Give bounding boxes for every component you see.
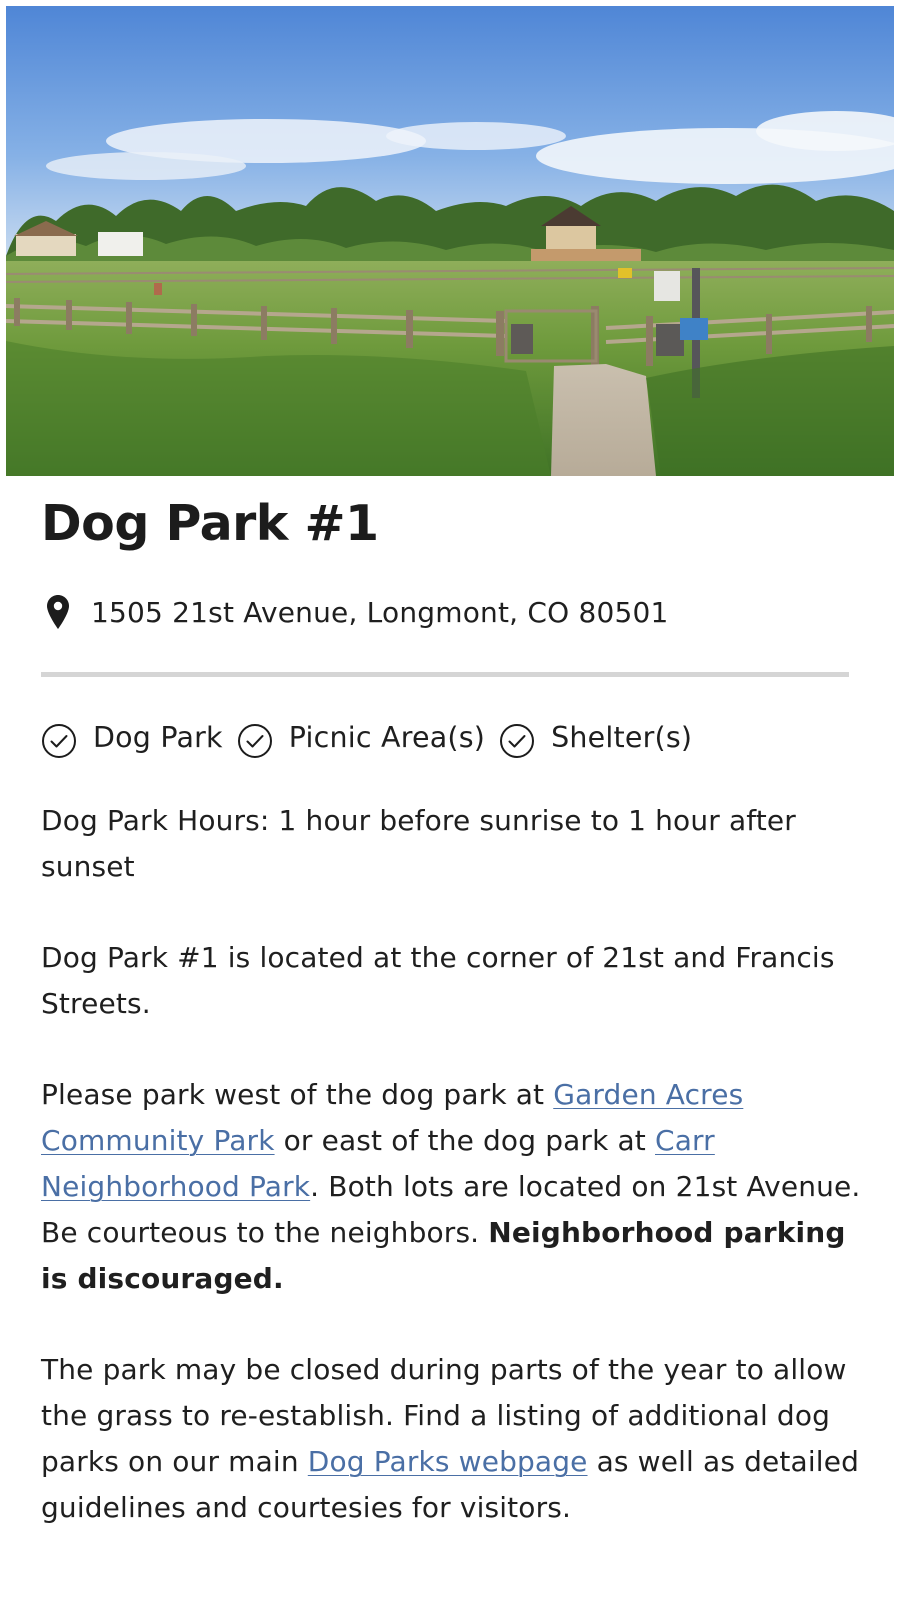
amenity-picnic-area: Picnic Area(s) [237, 715, 485, 759]
park-details: Dog Park #1 1505 21st Avenue, Longmont, … [41, 476, 861, 1531]
amenity-label: Picnic Area(s) [288, 720, 486, 754]
amenities-list: Dog Park Picnic Area(s) Shelter(s) [41, 714, 861, 760]
dog-parks-webpage-link[interactable]: Dog Parks webpage [308, 1445, 588, 1478]
page-title: Dog Park #1 [41, 495, 379, 552]
dog-park-photo [6, 6, 894, 476]
amenity-label: Shelter(s) [551, 720, 693, 754]
park-address: 1505 21st Avenue, Longmont, CO 80501 [91, 595, 669, 629]
section-divider [41, 672, 849, 677]
location-text: Dog Park #1 is located at the corner of … [41, 941, 835, 1020]
parking-text-part: or east of the dog park at [274, 1124, 655, 1157]
map-pin-icon [41, 592, 75, 632]
page-frame: Dog Park #1 1505 21st Avenue, Longmont, … [6, 6, 894, 1599]
hours-text: Dog Park Hours: 1 hour before sunrise to… [41, 804, 796, 883]
parking-text-part: Please park west of the dog park at [41, 1078, 554, 1111]
parking-text: Please park west of the dog park at Gard… [41, 1072, 861, 1302]
address-row: 1505 21st Avenue, Longmont, CO 80501 [41, 592, 861, 632]
amenity-shelter: Shelter(s) [499, 715, 692, 759]
amenity-dog-park: Dog Park [41, 715, 223, 759]
amenity-label: Dog Park [93, 720, 223, 754]
check-circle-icon [42, 724, 76, 758]
closure-text: The park may be closed during parts of t… [41, 1347, 861, 1531]
check-circle-icon [237, 724, 272, 758]
check-circle-icon [500, 724, 535, 758]
